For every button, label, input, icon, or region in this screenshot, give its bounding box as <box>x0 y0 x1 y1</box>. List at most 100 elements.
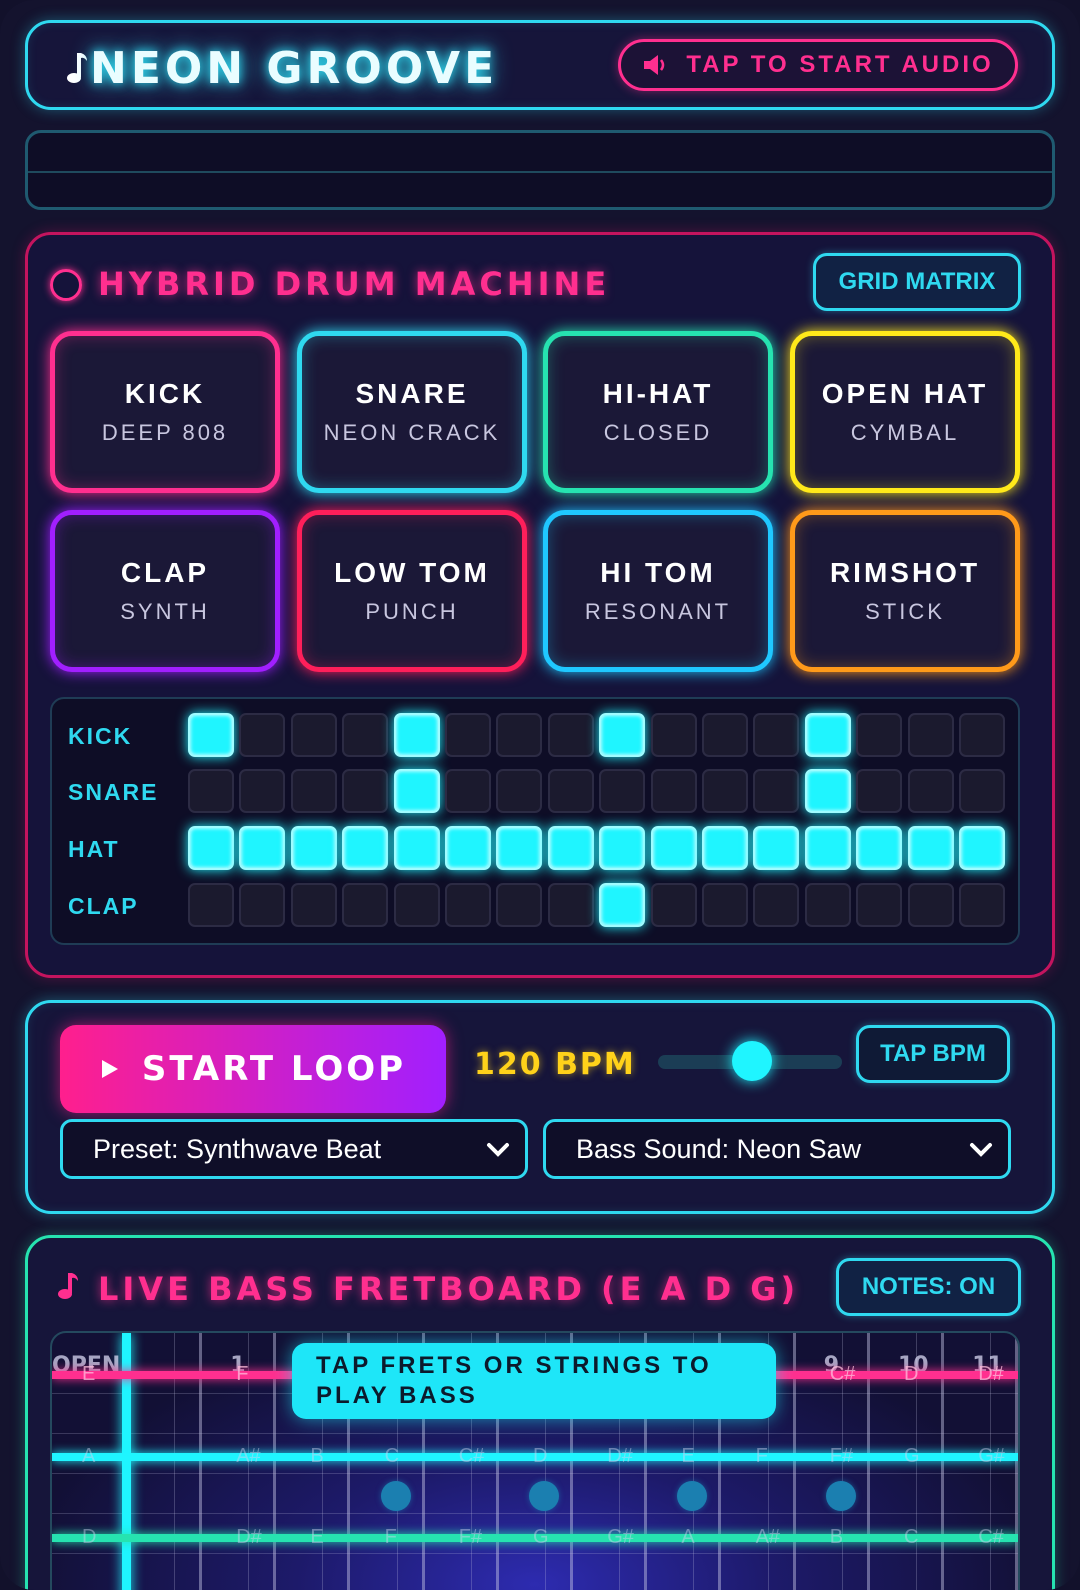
drum-pad[interactable]: SNARE NEON CRACK <box>297 331 527 493</box>
sequencer-step[interactable] <box>496 826 543 870</box>
drum-pad[interactable]: CLAP SYNTH <box>50 510 280 672</box>
sequencer-step[interactable] <box>496 713 543 757</box>
fret-note-label[interactable]: C# <box>830 1363 856 1386</box>
fret-note-label[interactable]: A <box>681 1526 694 1549</box>
sequencer-step[interactable] <box>804 713 851 757</box>
drum-pad[interactable]: HI TOM RESONANT <box>543 510 773 672</box>
fret-note-label[interactable]: D# <box>236 1526 262 1549</box>
fret-note-label[interactable]: A <box>82 1445 95 1468</box>
sequencer-step[interactable] <box>804 883 851 927</box>
sequencer-step[interactable] <box>753 826 800 870</box>
fret-note-label[interactable]: C <box>385 1445 399 1468</box>
sequencer-step[interactable] <box>959 883 1005 927</box>
sequencer-step[interactable] <box>856 883 903 927</box>
bpm-slider[interactable] <box>658 1041 842 1081</box>
drum-pad[interactable]: KICK DEEP 808 <box>50 331 280 493</box>
fret-note-label[interactable]: F <box>236 1363 248 1386</box>
fret-note-label[interactable]: D <box>82 1526 96 1549</box>
sequencer-step[interactable] <box>496 883 543 927</box>
sequencer-step[interactable] <box>599 713 646 757</box>
sequencer-step[interactable] <box>599 826 646 870</box>
sequencer-step[interactable] <box>650 769 697 813</box>
sequencer-step[interactable] <box>650 826 697 870</box>
sequencer-step[interactable] <box>959 769 1005 813</box>
fret-note-label[interactable]: G <box>904 1445 920 1468</box>
sequencer-step[interactable] <box>239 713 286 757</box>
sequencer-step[interactable] <box>342 826 389 870</box>
sequencer-step[interactable] <box>907 769 954 813</box>
sequencer-step[interactable] <box>804 769 851 813</box>
sequencer-step[interactable] <box>188 769 234 813</box>
bpm-slider-knob[interactable] <box>732 1041 772 1081</box>
sequencer-step[interactable] <box>650 713 697 757</box>
sequencer-step[interactable] <box>702 826 748 870</box>
sequencer-step[interactable] <box>290 826 337 870</box>
fret-note-label[interactable]: E <box>310 1526 323 1549</box>
notes-toggle-button[interactable]: NOTES: ON <box>836 1258 1021 1316</box>
fret-note-label[interactable]: G <box>533 1526 549 1549</box>
sequencer-step[interactable] <box>907 713 954 757</box>
sequencer-step[interactable] <box>239 883 286 927</box>
fret-note-label[interactable]: C# <box>459 1445 485 1468</box>
fret-note-label[interactable]: F# <box>459 1526 482 1549</box>
drum-pad[interactable]: HI-HAT CLOSED <box>543 331 773 493</box>
sequencer-step[interactable] <box>959 826 1005 870</box>
fret-note-label[interactable]: G# <box>978 1445 1005 1468</box>
sequencer-step[interactable] <box>239 826 286 870</box>
sequencer-step[interactable] <box>804 826 851 870</box>
fret-note-label[interactable]: C# <box>978 1526 1004 1549</box>
sequencer-step[interactable] <box>342 883 389 927</box>
sequencer-step[interactable] <box>547 769 594 813</box>
fretboard[interactable]: OPEN123456789101112EFF#GG#AA#BCC#DD#EAA#… <box>50 1331 1020 1590</box>
sequencer-step[interactable] <box>753 769 800 813</box>
fret-note-label[interactable]: A# <box>756 1526 780 1549</box>
drum-pad[interactable]: LOW TOM PUNCH <box>297 510 527 672</box>
sequencer-step[interactable] <box>393 713 440 757</box>
fret-note-label[interactable]: D <box>904 1363 918 1386</box>
sequencer-step[interactable] <box>547 883 594 927</box>
fret-note-label[interactable]: D <box>533 1445 547 1468</box>
tap-bpm-button[interactable]: TAP BPM <box>856 1025 1010 1083</box>
sequencer-step[interactable] <box>393 883 440 927</box>
sequencer-step[interactable] <box>393 769 440 813</box>
sequencer-step[interactable] <box>445 883 491 927</box>
sequencer-step[interactable] <box>856 826 903 870</box>
sequencer-step[interactable] <box>188 883 234 927</box>
fret-note-label[interactable]: E <box>681 1445 694 1468</box>
fret-note-label[interactable]: G# <box>607 1526 634 1549</box>
fret-note-label[interactable]: C <box>904 1526 918 1549</box>
start-loop-button[interactable]: START LOOP <box>60 1025 446 1113</box>
preset-select[interactable]: Preset: Synthwave Beat <box>60 1119 528 1179</box>
sequencer-step[interactable] <box>445 713 491 757</box>
sequencer-step[interactable] <box>342 713 389 757</box>
sequencer-step[interactable] <box>753 713 800 757</box>
sequencer-step[interactable] <box>496 769 543 813</box>
grid-matrix-button[interactable]: GRID MATRIX <box>813 253 1021 311</box>
sequencer-step[interactable] <box>290 769 337 813</box>
sequencer-step[interactable] <box>599 883 646 927</box>
fret-note-label[interactable]: A# <box>236 1445 260 1468</box>
start-audio-button[interactable]: TAP TO START AUDIO <box>618 39 1018 91</box>
drum-pad[interactable]: RIMSHOT STICK <box>790 510 1020 672</box>
sequencer-step[interactable] <box>907 883 954 927</box>
sequencer-step[interactable] <box>290 883 337 927</box>
sequencer-step[interactable] <box>702 769 748 813</box>
sequencer-step[interactable] <box>188 826 234 870</box>
fret-note-label[interactable]: D# <box>607 1445 633 1468</box>
bass-sound-select[interactable]: Bass Sound: Neon Saw <box>543 1119 1011 1179</box>
sequencer-step[interactable] <box>393 826 440 870</box>
drum-pad[interactable]: OPEN HAT CYMBAL <box>790 331 1020 493</box>
sequencer-step[interactable] <box>188 713 234 757</box>
sequencer-step[interactable] <box>599 769 646 813</box>
sequencer-step[interactable] <box>342 769 389 813</box>
sequencer-step[interactable] <box>702 713 748 757</box>
sequencer-step[interactable] <box>547 826 594 870</box>
sequencer-step[interactable] <box>856 769 903 813</box>
fret-note-label[interactable]: F <box>385 1526 397 1549</box>
sequencer-step[interactable] <box>239 769 286 813</box>
fret-note-label[interactable]: B <box>830 1526 843 1549</box>
sequencer-step[interactable] <box>856 713 903 757</box>
fret-note-label[interactable]: F <box>756 1445 768 1468</box>
sequencer-step[interactable] <box>753 883 800 927</box>
fret-note-label[interactable]: E <box>82 1363 95 1386</box>
